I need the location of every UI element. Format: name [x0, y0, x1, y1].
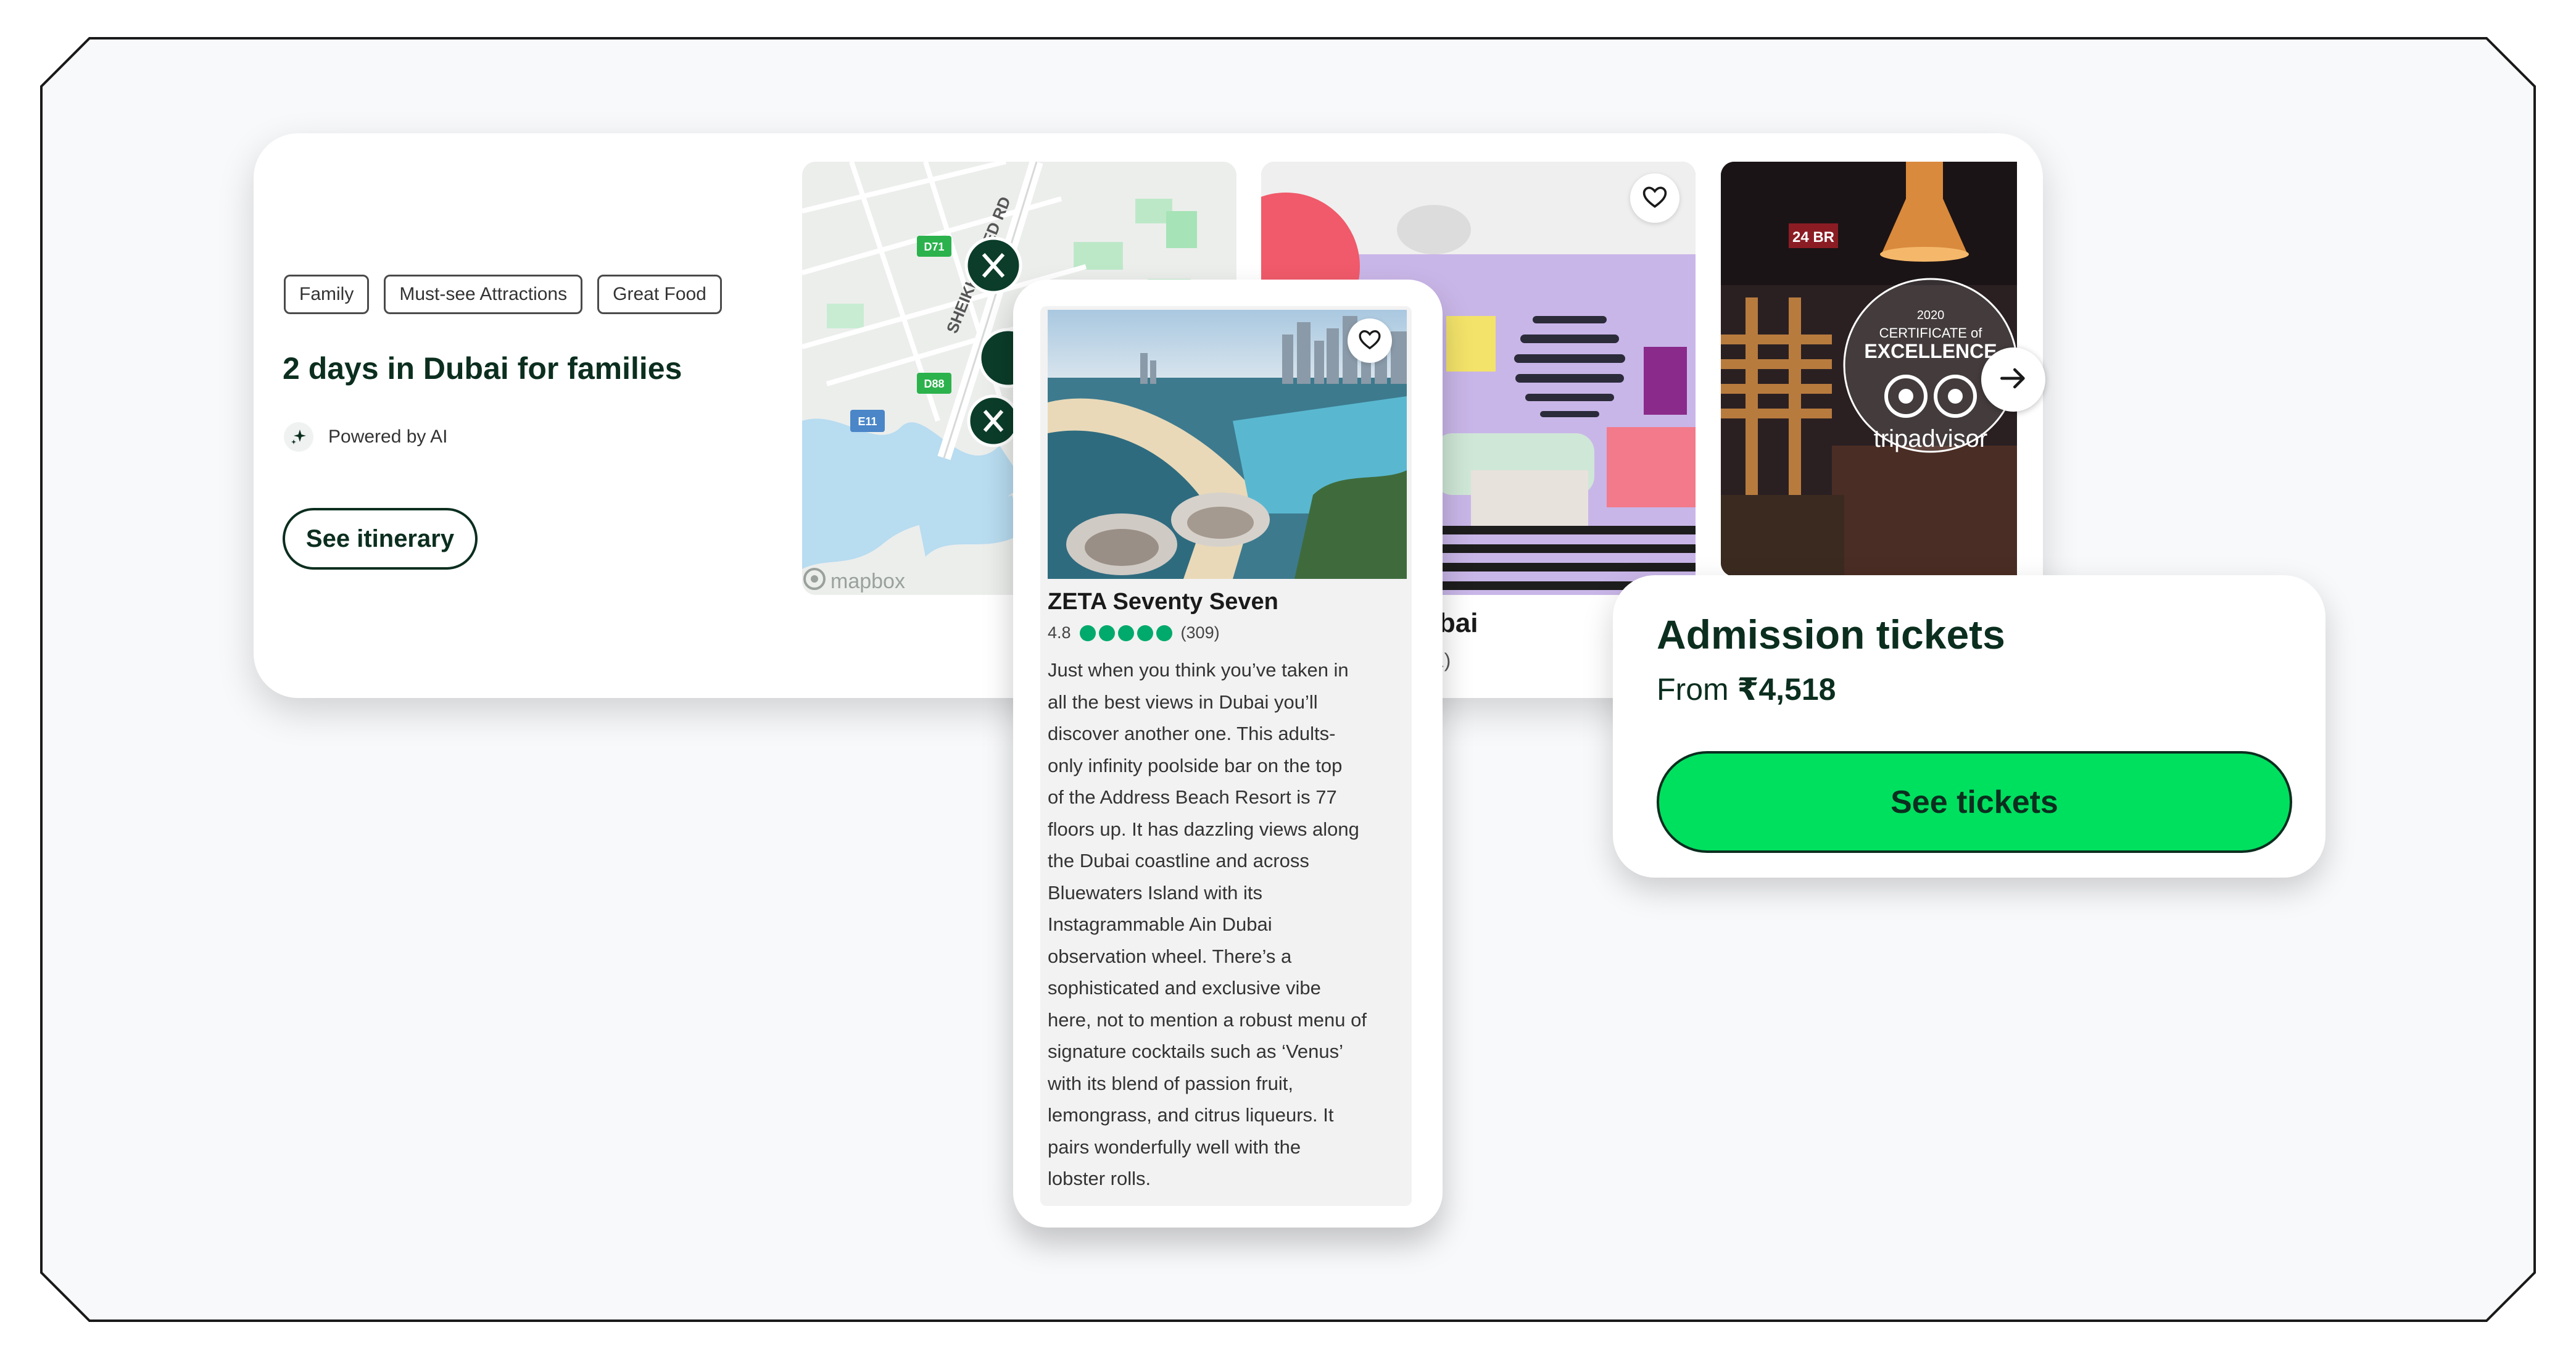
rating-bubble-icon: [1156, 625, 1172, 641]
description-line: sophisticated and exclusive vibe: [1048, 977, 1321, 999]
see-tickets-button[interactable]: See tickets: [1657, 751, 2292, 853]
svg-text:CERTIFICATE of: CERTIFICATE of: [1879, 325, 1983, 341]
svg-text:2020: 2020: [1917, 309, 1945, 322]
sparkle-icon: [284, 422, 313, 452]
description-line: Just when you think you’ve taken in: [1048, 659, 1349, 681]
description-line: Instagrammable Ain Dubai: [1048, 913, 1272, 935]
price-value: ₹4,518: [1737, 672, 1836, 707]
description-line: all the best views in Dubai you’ll: [1048, 691, 1318, 713]
description-line: observation wheel. There’s a: [1048, 945, 1292, 967]
description-line: lobster rolls.: [1048, 1168, 1151, 1189]
see-itinerary-button[interactable]: See itinerary: [283, 508, 478, 570]
heart-icon: [1357, 327, 1382, 355]
description-line: of the Address Beach Resort is 77: [1048, 786, 1337, 808]
rating-value: 4.8: [1048, 623, 1071, 642]
review-count[interactable]: (309): [1181, 623, 1220, 642]
mapbox-attribution: mapbox: [802, 567, 905, 597]
zeta-description: Just when you think you’ve taken in all …: [1048, 654, 1409, 1195]
tickets-title: Admission tickets: [1657, 612, 2005, 657]
route-badge-d71: D71: [917, 236, 951, 257]
hotel-save-button[interactable]: [1630, 173, 1679, 223]
zeta-title[interactable]: ZETA Seventy Seven: [1048, 589, 1278, 615]
description-line: signature cocktails such as ‘Venus’: [1048, 1041, 1344, 1062]
price-prefix: From: [1657, 672, 1737, 707]
svg-text:tripadvisor: tripadvisor: [1874, 425, 1988, 452]
description-line: the Dubai coastline and across: [1048, 850, 1309, 871]
description-line: discover another one. This adults-: [1048, 723, 1336, 744]
description-line: lemongrass, and citrus liqueurs. It: [1048, 1104, 1334, 1126]
map-pin-restaurant-1[interactable]: [964, 236, 1022, 294]
tag-must-see[interactable]: Must-see Attractions: [384, 275, 583, 314]
rating-bubble-icon: [1117, 625, 1134, 641]
rating-bubble-icon: [1098, 625, 1115, 641]
description-line: pairs wonderfully well with the: [1048, 1136, 1301, 1158]
description-line: floors up. It has dazzling views along: [1048, 818, 1359, 840]
svg-text:E11: E11: [858, 415, 877, 428]
tag-family[interactable]: Family: [284, 275, 370, 314]
svg-text:D88: D88: [924, 378, 944, 390]
rating-bubble-icon: [1137, 625, 1153, 641]
tickets-price: From ₹4,518: [1657, 671, 1836, 707]
zeta-save-button[interactable]: [1348, 318, 1392, 363]
powered-by-ai: Powered by AI: [284, 422, 447, 452]
restaurant-photo[interactable]: 24 BR 2020 CERTIFICATE of EXCELLENCE tri…: [1721, 162, 2017, 576]
route-badge-e11: E11: [850, 410, 885, 432]
description-line: only infinity poolside bar on the top: [1048, 754, 1343, 776]
description-line: Bluewaters Island with its: [1048, 881, 1263, 904]
rating-bubble-icon: [1079, 625, 1096, 641]
svg-text:D71: D71: [924, 241, 944, 253]
map-pin-restaurant-3[interactable]: [967, 394, 1020, 447]
svg-text:EXCELLENCE: EXCELLENCE: [1864, 340, 1997, 362]
tag-list: Family Must-see Attractions Great Food: [284, 275, 722, 314]
description-line: with its blend of passion fruit,: [1048, 1072, 1294, 1094]
itinerary-title: 2 days in Dubai for families: [283, 351, 682, 386]
powered-by-label: Powered by AI: [328, 426, 448, 447]
zeta-rating: 4.8 (309): [1048, 623, 1220, 642]
heart-icon: [1641, 183, 1668, 214]
mapbox-logo-icon: [802, 567, 827, 597]
tag-great-food[interactable]: Great Food: [597, 275, 722, 314]
route-badge-d88: D88: [917, 373, 951, 394]
arrow-right-icon: [1996, 361, 2031, 399]
restaurant-sign: 24 BR: [1792, 229, 1834, 246]
rating-bubbles: [1079, 625, 1172, 641]
description-line: here, not to mention a robust menu of: [1048, 1008, 1367, 1031]
carousel-next-button[interactable]: [1981, 347, 2045, 412]
